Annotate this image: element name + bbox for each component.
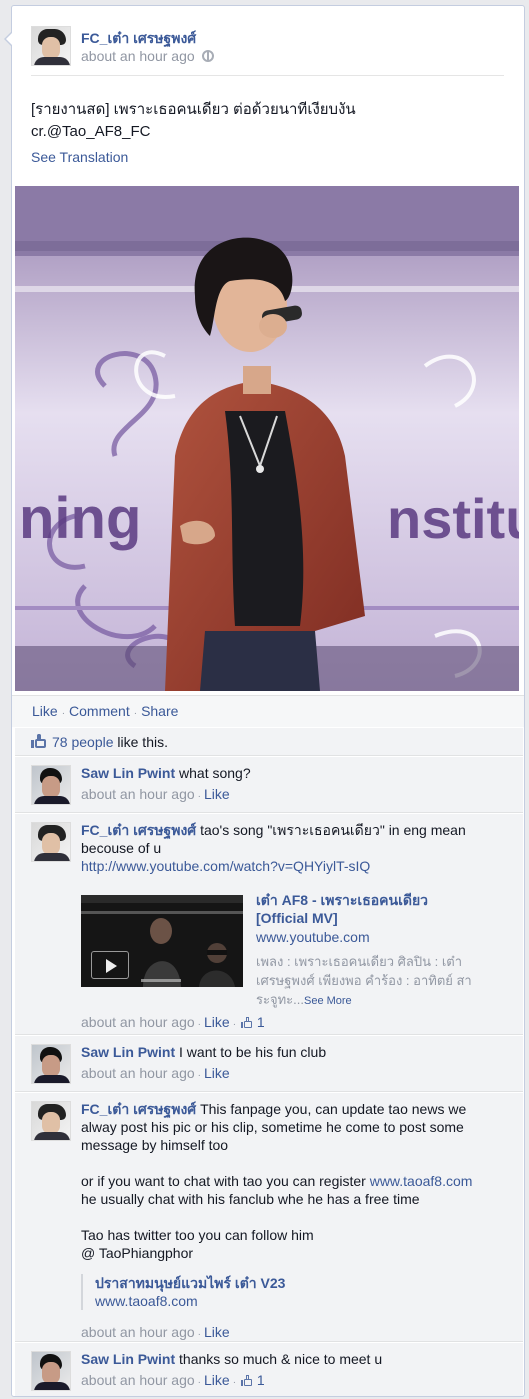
shared-link-domain[interactable]: www.taoaf8.com xyxy=(95,1292,506,1310)
story-pointer xyxy=(4,31,13,47)
shared-link-title-line[interactable]: เต๋า AF8 - เพราะเธอคนเดียว xyxy=(256,891,506,909)
shared-link-preview[interactable]: ปราสาทมนุษย์แวมไพร์ เต๋า V23 www.taoaf8.… xyxy=(81,1274,506,1310)
commenter-avatar[interactable] xyxy=(31,1351,71,1391)
comment-like-button[interactable]: Like xyxy=(204,1014,230,1030)
comment-item: Saw Lin Pwint thanks so much & nice to m… xyxy=(15,1343,523,1396)
comment-item: FC_เต๋า เศรษฐพงศ์ tao's song "เพราะเธอคน… xyxy=(15,814,523,1035)
thumbs-up-icon xyxy=(241,1375,253,1386)
description-line: เศรษฐพงศ์ เพียงพอ คำร้อง : อาทิตย์ สา xyxy=(256,973,472,988)
comment-text: what song? xyxy=(179,765,251,781)
shared-link-title[interactable]: ปราสาทมนุษย์แวมไพร์ เต๋า V23 xyxy=(95,1274,506,1292)
author-avatar[interactable] xyxy=(31,26,71,66)
comment-item: Saw Lin Pwint what song? about an hour a… xyxy=(15,757,523,813)
post-message-line: cr.@Tao_AF8_FC xyxy=(31,123,151,140)
comment-text: alway post his pic or his clip, sometime… xyxy=(81,1119,464,1135)
comment-like-button[interactable]: Like xyxy=(204,1324,230,1340)
comment-text: @ TaoPhiangphor xyxy=(81,1245,194,1261)
description-line: เพลง : เพราะเธอคนเดียว ศิลปิน : เต๋า xyxy=(256,954,463,969)
comment-body: FC_เต๋า เศรษฐพงศ์ This fanpage you, can … xyxy=(81,1100,506,1344)
comment-url-link[interactable]: http://www.youtube.com/watch?v=QHYiylT-s… xyxy=(81,858,370,874)
thumbs-up-icon xyxy=(31,734,47,748)
comment-text: I want to be his fun club xyxy=(179,1044,327,1060)
comment-body: Saw Lin Pwint I want to be his fun club … xyxy=(81,1043,506,1085)
comment-timestamp[interactable]: about an hour ago xyxy=(81,1014,195,1030)
comment-like-button[interactable]: Like xyxy=(204,1065,230,1081)
commenter-avatar[interactable] xyxy=(31,1101,71,1141)
globe-icon[interactable] xyxy=(201,50,214,62)
comment-like-count[interactable]: 1 xyxy=(257,1014,265,1030)
story-timestamp[interactable]: about an hour ago xyxy=(81,48,195,64)
post-message-line: [รายงานสด] เพราะเธอคนเดียว ต่อด้วยนาทีเง… xyxy=(31,101,356,118)
comment-text: thanks so much & nice to meet u xyxy=(179,1351,383,1367)
comment-body: Saw Lin Pwint what song? about an hour a… xyxy=(81,764,506,806)
comment-meta: about an hour ago · Like xyxy=(81,1065,230,1081)
play-icon[interactable] xyxy=(91,951,129,979)
comment-timestamp[interactable]: about an hour ago xyxy=(81,1372,195,1388)
story-card: FC_เต๋า เศรษฐพงศ์ about an hour ago [ราย… xyxy=(11,5,525,1397)
comment-meta: about an hour ago · Like xyxy=(81,786,230,802)
divider xyxy=(31,75,504,76)
comment-text: or if you want to chat with tao you can … xyxy=(81,1173,370,1189)
concert-photo-image: ning nstitutio xyxy=(15,186,519,691)
shared-link-description: เพลง : เพราะเธอคนเดียว ศิลปิน : เต๋า เศร… xyxy=(256,952,506,1011)
photo-sign-text: nstitutio xyxy=(387,487,519,550)
likes-suffix: like this. xyxy=(117,734,168,750)
commenter-avatar[interactable] xyxy=(31,822,71,862)
comment-like-button[interactable]: Like xyxy=(204,786,230,802)
likes-count-link[interactable]: 78 people xyxy=(52,734,114,750)
see-more-link[interactable]: See More xyxy=(304,995,352,1007)
story-meta: about an hour ago xyxy=(81,48,214,64)
comment-meta: about an hour ago · Like · 1 xyxy=(81,1014,265,1030)
comment-text: message by himself too xyxy=(81,1137,229,1153)
commenter-avatar[interactable] xyxy=(31,1044,71,1084)
comment-body: FC_เต๋า เศรษฐพงศ์ tao's song "เพราะเธอคน… xyxy=(81,821,506,1034)
comment-like-count[interactable]: 1 xyxy=(257,1372,265,1388)
comment-url-link[interactable]: www.taoaf8.com xyxy=(370,1173,473,1189)
commenter-name[interactable]: FC_เต๋า เศรษฐพงศ์ xyxy=(81,822,196,838)
comment-timestamp[interactable]: about an hour ago xyxy=(81,1065,195,1081)
thumbs-up-icon xyxy=(241,1017,253,1028)
comment-timestamp[interactable]: about an hour ago xyxy=(81,786,195,802)
author-name[interactable]: FC_เต๋า เศรษฐพงศ์ xyxy=(81,28,196,50)
shared-link-title-line[interactable]: [Official MV] xyxy=(256,909,506,927)
shared-link-domain[interactable]: www.youtube.com xyxy=(256,928,506,946)
comment-text: tao's song "เพราะเธอคนเดียว" in eng mean xyxy=(200,822,466,838)
commenter-name[interactable]: FC_เต๋า เศรษฐพงศ์ xyxy=(81,1101,196,1117)
commenter-name[interactable]: Saw Lin Pwint xyxy=(81,1044,175,1060)
shared-link-preview[interactable]: เต๋า AF8 - เพราะเธอคนเดียว [Official MV] … xyxy=(81,883,506,1011)
post-message: [รายงานสด] เพราะเธอคนเดียว ต่อด้วยนาทีเง… xyxy=(31,99,491,143)
commenter-name[interactable]: Saw Lin Pwint xyxy=(81,765,175,781)
comment-body: Saw Lin Pwint thanks so much & nice to m… xyxy=(81,1350,506,1392)
comment-text: This fanpage you, can update tao news we xyxy=(200,1101,467,1117)
commenter-avatar[interactable] xyxy=(31,765,71,805)
commenter-name[interactable]: Saw Lin Pwint xyxy=(81,1351,175,1367)
like-button[interactable]: Like xyxy=(32,703,58,719)
see-translation-link[interactable]: See Translation xyxy=(31,149,128,165)
story-header: FC_เต๋า เศรษฐพงศ์ about an hour ago xyxy=(31,26,507,68)
comment-meta: about an hour ago · Like · 1 xyxy=(81,1372,265,1388)
comment-item: FC_เต๋า เศรษฐพงศ์ This fanpage you, can … xyxy=(15,1093,523,1342)
comment-timestamp[interactable]: about an hour ago xyxy=(81,1324,195,1340)
share-button[interactable]: Share xyxy=(141,703,178,719)
likes-summary: 78 people like this. xyxy=(15,728,523,756)
comment-meta: about an hour ago · Like xyxy=(81,1324,230,1340)
separator-dot: · xyxy=(133,708,138,719)
description-line: ระจูทะ... xyxy=(256,992,304,1007)
photo-sign-text: ning xyxy=(19,486,141,551)
comment-item: Saw Lin Pwint I want to be his fun club … xyxy=(15,1036,523,1092)
comment-text: he usually chat with his fanclub whe he … xyxy=(81,1191,420,1207)
comment-text: Tao has twitter too you can follow him xyxy=(81,1227,314,1243)
video-thumbnail[interactable] xyxy=(81,895,243,987)
post-photo[interactable]: ning nstitutio xyxy=(15,186,519,691)
shared-link-text: เต๋า AF8 - เพราะเธอคนเดียว [Official MV] … xyxy=(256,891,506,1011)
comment-text: becouse of u xyxy=(81,840,162,856)
separator-dot: · xyxy=(61,708,66,719)
shared-link-title[interactable]: เต๋า AF8 - เพราะเธอคนเดียว [Official MV] xyxy=(256,891,506,927)
story-actions: Like · Comment · Share xyxy=(12,695,524,727)
comment-like-button[interactable]: Like xyxy=(204,1372,230,1388)
comment-button[interactable]: Comment xyxy=(69,703,130,719)
